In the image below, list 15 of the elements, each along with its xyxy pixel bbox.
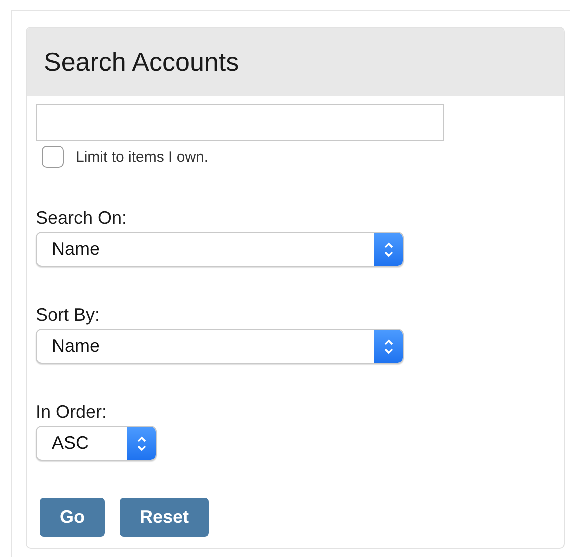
- stepper-icon: [384, 240, 394, 258]
- checkbox-label: Limit to items I own.: [76, 148, 209, 166]
- panel-title: Search Accounts: [44, 46, 240, 78]
- stepper-icon: [384, 338, 394, 356]
- field-label: Search On:: [36, 208, 128, 229]
- dropdown-select[interactable]: ASC: [36, 426, 157, 461]
- limit-checkbox[interactable]: [42, 146, 64, 168]
- dropdown-select[interactable]: Name: [36, 232, 404, 267]
- field-label: Sort By:: [36, 305, 100, 326]
- search-field[interactable]: [36, 104, 444, 141]
- dropdown-select[interactable]: Name: [36, 329, 404, 364]
- form-button[interactable]: Go: [40, 498, 105, 537]
- field-label: In Order:: [36, 402, 108, 423]
- stepper-icon: [136, 434, 146, 452]
- form-button[interactable]: Reset: [120, 498, 210, 537]
